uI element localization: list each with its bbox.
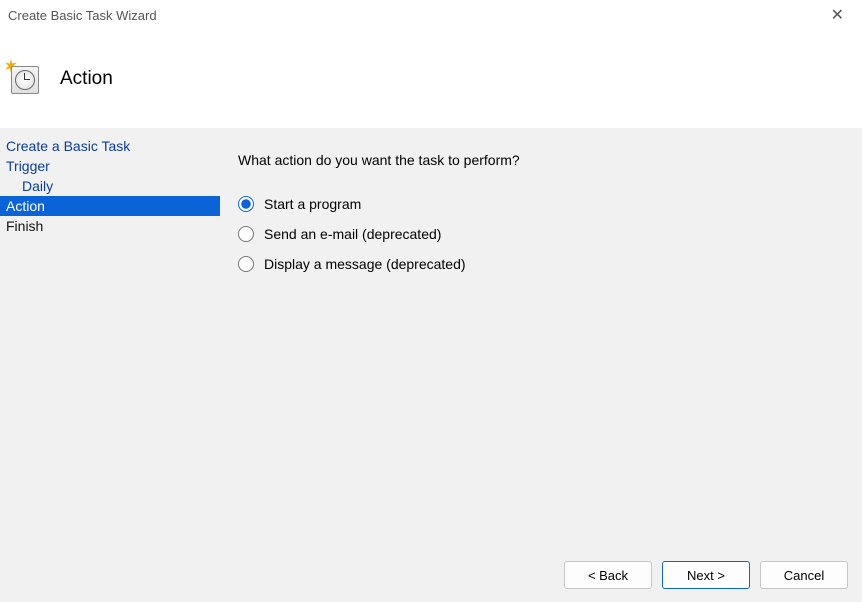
radio-display-message[interactable] <box>238 256 254 272</box>
radio-row-start-program[interactable]: Start a program <box>238 196 846 212</box>
radio-start-program[interactable] <box>238 196 254 212</box>
radio-label-send-email: Send an e-mail (deprecated) <box>264 226 441 242</box>
step-trigger[interactable]: Trigger <box>0 156 220 176</box>
back-button[interactable]: < Back <box>564 561 652 589</box>
radio-row-display-message[interactable]: Display a message (deprecated) <box>238 256 846 272</box>
wizard-content: What action do you want the task to perf… <box>220 128 862 548</box>
next-button[interactable]: Next > <box>662 561 750 589</box>
radio-label-start-program: Start a program <box>264 196 361 212</box>
step-finish: Finish <box>0 216 220 236</box>
step-trigger-daily[interactable]: Daily <box>0 176 220 196</box>
titlebar: Create Basic Task Wizard ✕ <box>0 0 862 30</box>
wizard-steps-sidebar: Create a Basic Task Trigger Daily Action… <box>0 128 220 548</box>
close-icon[interactable]: ✕ <box>825 5 850 25</box>
page-title: Action <box>60 68 113 90</box>
radio-label-display-message: Display a message (deprecated) <box>264 256 466 272</box>
cancel-button[interactable]: Cancel <box>760 561 848 589</box>
step-create-basic-task[interactable]: Create a Basic Task <box>0 136 220 156</box>
action-radio-group: Start a program Send an e-mail (deprecat… <box>238 196 846 272</box>
wizard-header-icon <box>8 63 40 95</box>
radio-row-send-email[interactable]: Send an e-mail (deprecated) <box>238 226 846 242</box>
wizard-body: Create a Basic Task Trigger Daily Action… <box>0 128 862 548</box>
radio-send-email[interactable] <box>238 226 254 242</box>
wizard-footer: < Back Next > Cancel <box>0 548 862 602</box>
action-question: What action do you want the task to perf… <box>238 152 846 168</box>
step-action[interactable]: Action <box>0 196 220 216</box>
window-title: Create Basic Task Wizard <box>8 8 157 23</box>
wizard-header: Action <box>0 30 862 128</box>
